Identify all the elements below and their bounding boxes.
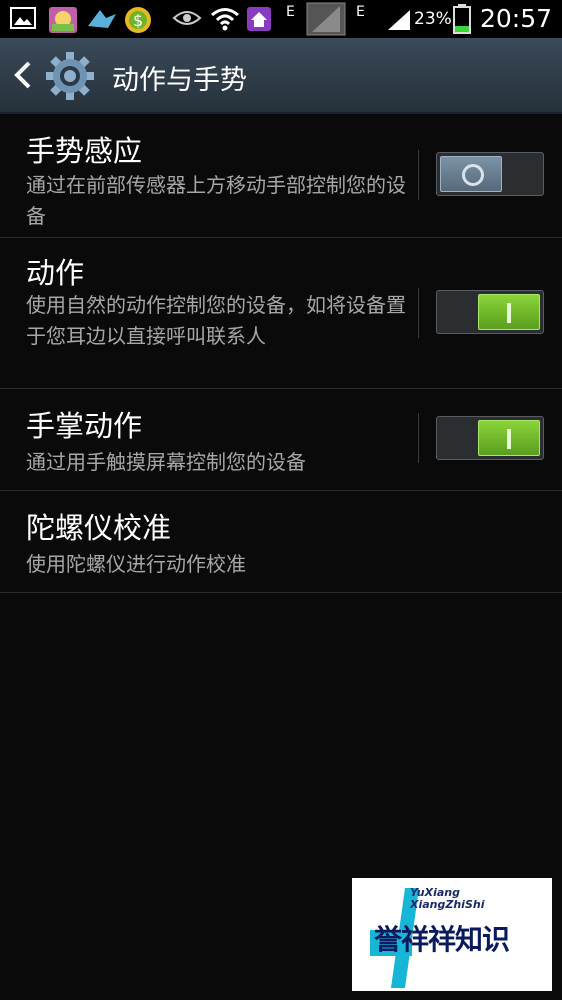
network-type-label-1: E (286, 4, 295, 20)
notification-bird-icon (88, 10, 116, 28)
svg-text:$: $ (133, 11, 143, 30)
photo-app-icon (49, 7, 77, 33)
row-divider (418, 413, 419, 463)
row-divider (418, 150, 419, 200)
setting-title: 动作 (26, 256, 85, 290)
watermark-line2: XiangZhiShi (410, 898, 485, 911)
action-bar: 动作与手势 (0, 38, 562, 114)
gear-icon (46, 52, 94, 100)
setting-row-gesture-sensing[interactable]: 手势感应 通过在前部传感器上方移动手部控制您的设备 (0, 114, 562, 238)
toggle-knob (440, 156, 502, 192)
gallery-icon (10, 7, 36, 29)
cell-signal-icon (388, 10, 410, 30)
setting-title: 手势感应 (26, 134, 143, 168)
status-bar: $ E E 23% 20:57 (0, 0, 562, 38)
toggle-knob (478, 294, 540, 330)
battery-percent: 23% (414, 9, 452, 29)
home-app-icon (247, 7, 271, 31)
eye-icon (172, 11, 202, 25)
wifi-icon (211, 8, 239, 31)
signal-icon (306, 2, 346, 36)
battery-icon (453, 4, 471, 34)
setting-title: 陀螺仪校准 (26, 511, 172, 545)
toggle-palm-motion[interactable] (436, 416, 544, 460)
watermark-logo: YuXiang XiangZhiShi 誉祥祥知识 (352, 878, 552, 991)
setting-row-gyroscope-calibration[interactable]: 陀螺仪校准 使用陀螺仪进行动作校准 (0, 491, 562, 593)
back-chevron-icon[interactable] (12, 60, 34, 90)
watermark-brand: 誉祥祥知识 (374, 923, 510, 956)
setting-subtitle: 使用陀螺仪进行动作校准 (26, 552, 246, 576)
page-title: 动作与手势 (112, 65, 247, 96)
money-app-icon: $ (125, 7, 151, 33)
row-divider (418, 288, 419, 338)
setting-subtitle: 通过在前部传感器上方移动手部控制您的设备 (26, 173, 406, 228)
clock: 20:57 (480, 4, 553, 33)
setting-title: 手掌动作 (26, 409, 143, 443)
setting-subtitle: 通过用手触摸屏幕控制您的设备 (26, 450, 306, 474)
toggle-motion[interactable] (436, 290, 544, 334)
toggle-knob (478, 420, 540, 456)
setting-row-palm-motion[interactable]: 手掌动作 通过用手触摸屏幕控制您的设备 (0, 389, 562, 491)
setting-subtitle: 使用自然的动作控制您的设备，如将设备置于您耳边以直接呼叫联系人 (26, 293, 406, 348)
toggle-gesture-sensing[interactable] (436, 152, 544, 196)
setting-row-motion[interactable]: 动作 使用自然的动作控制您的设备，如将设备置于您耳边以直接呼叫联系人 (0, 238, 562, 389)
network-type-label-2: E (356, 4, 365, 20)
